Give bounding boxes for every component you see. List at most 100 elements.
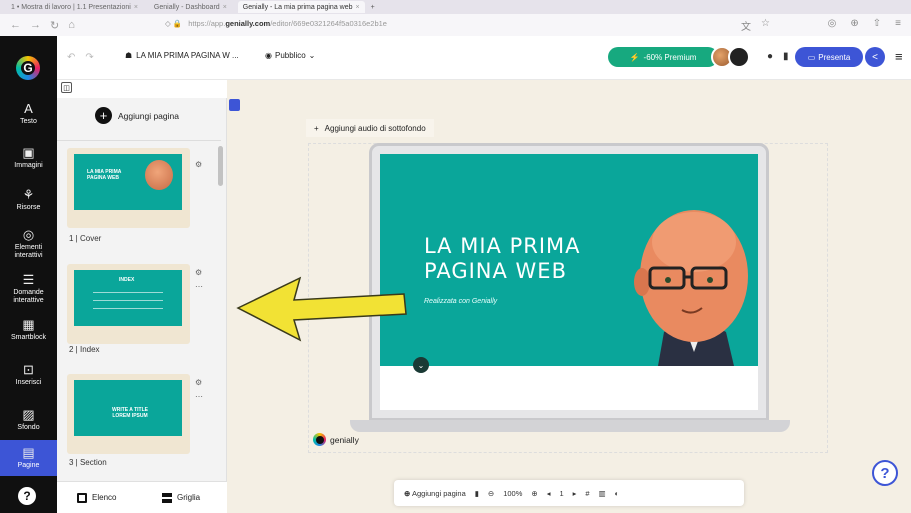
share-page-icon[interactable]: ⇧: [873, 18, 881, 29]
browser-tab-1[interactable]: 1 • Mostra di lavoro | 1.1 Presentazioni…: [6, 1, 143, 13]
grid-view-button[interactable]: Griglia: [142, 492, 227, 503]
rail-item-interactive-elements[interactable]: ◎ Elementi interattivi: [0, 228, 57, 260]
interactive-icon: ◎: [22, 227, 35, 242]
url-domain: genially.com: [225, 19, 271, 28]
grid-view-label: Griglia: [177, 493, 201, 502]
tool-rail: G A Testo ▣ Immagini ⚘ Risorse ◎ Elementi in…: [0, 36, 57, 513]
menu-icon[interactable]: ≡: [895, 49, 903, 64]
list-icon: [77, 492, 87, 503]
tab-label: Genially - Dashboard: [153, 3, 220, 11]
pages-scrollbar[interactable]: [217, 138, 224, 468]
browser-tab-3[interactable]: Genially - La mia prima pagina web ×: [237, 1, 365, 13]
pages-panel: + Aggiungi pagina LA MIA PRIMA PAGINA WEB…: [57, 98, 227, 513]
page-settings-icon[interactable]: ⚙: [195, 268, 202, 277]
close-icon[interactable]: ×: [356, 4, 360, 11]
reload-icon[interactable]: ↻: [50, 19, 59, 32]
panel-toggle-icon[interactable]: [229, 99, 240, 111]
genially-logo[interactable]: G: [16, 56, 40, 80]
page-settings-icon[interactable]: ⚙: [195, 378, 202, 387]
bookmark-star-icon[interactable]: ☆: [761, 18, 770, 33]
slide-title[interactable]: LA MIA PRIMA PAGINA WEB: [424, 234, 581, 284]
page-thumb-section[interactable]: WRITE A TITLE LOREM IPSUM: [67, 374, 190, 454]
trash-icon[interactable]: ▮: [475, 489, 479, 498]
rail-item-resources[interactable]: ⚘ Risorse: [0, 188, 57, 212]
rail-item-text[interactable]: A Testo: [0, 102, 57, 126]
page-settings-icon[interactable]: ⚙: [195, 160, 202, 169]
new-tab-icon[interactable]: +: [371, 4, 375, 11]
character-eye: [665, 277, 671, 283]
stats-icon[interactable]: ▮: [783, 51, 789, 62]
grid-guides-icon[interactable]: #: [585, 489, 589, 498]
rail-item-insert[interactable]: ⊡ Inserisci: [0, 363, 57, 387]
add-page-bottom-button[interactable]: ⊕ Aggiungi pagina: [404, 489, 466, 498]
back-icon[interactable]: ←: [10, 19, 21, 32]
laptop-base: [350, 420, 790, 432]
preview-icon[interactable]: ●: [767, 51, 773, 62]
help-icon[interactable]: ?: [18, 487, 36, 505]
page-thumb-cover[interactable]: LA MIA PRIMA PAGINA WEB: [67, 148, 190, 228]
character-illustration[interactable]: [630, 182, 758, 366]
rail-item-smartblock[interactable]: ▦ Smartblock: [0, 318, 57, 342]
browser-tab-2[interactable]: Genially - Dashboard ×: [149, 1, 232, 13]
prev-page-icon[interactable]: ◂: [547, 489, 551, 498]
watermark-text: genially: [330, 434, 359, 445]
character-forehead: [652, 212, 736, 272]
home-icon[interactable]: ⌂: [68, 19, 75, 32]
zoom-out-icon[interactable]: ⊖: [488, 489, 494, 498]
resources-icon: ⚘: [22, 187, 35, 202]
rail-item-pages[interactable]: ▤ Pagine: [0, 440, 57, 476]
pocket-icon[interactable]: ◎: [828, 18, 837, 29]
more-options-icon[interactable]: ⋯: [195, 282, 203, 291]
extensions-icon[interactable]: ⊕: [850, 18, 858, 29]
add-page-button[interactable]: + Aggiungi pagina: [95, 107, 179, 124]
project-title[interactable]: ☗ LA MIA PRIMA PAGINA W ...: [125, 51, 239, 60]
rail-item-background[interactable]: ▨ Sfondo: [0, 408, 57, 432]
page-thumb-index[interactable]: INDEX: [67, 264, 190, 344]
browser-menu-icon[interactable]: ≡: [895, 18, 901, 29]
rail-item-interactive-questions[interactable]: ☰ Domande interattive: [0, 273, 57, 305]
image-icon: ▣: [22, 145, 35, 160]
collaborator-avatars[interactable]: [711, 46, 750, 68]
rail-label: Testo: [20, 118, 37, 125]
genially-logo-icon: [313, 433, 326, 446]
undo-icon[interactable]: ↶: [67, 52, 75, 63]
zoom-in-icon[interactable]: ⊕: [531, 489, 537, 498]
chevron-down-icon[interactable]: ⌄: [413, 357, 429, 373]
collapse-panel-icon[interactable]: ◫: [61, 82, 72, 93]
rail-label: Risorse: [16, 204, 41, 211]
next-page-icon[interactable]: ▸: [573, 489, 577, 498]
text-icon: A: [24, 101, 33, 116]
redo-icon[interactable]: ↷: [85, 52, 93, 63]
list-view-button[interactable]: Elenco: [57, 492, 142, 503]
project-icon: ☗: [125, 51, 133, 60]
add-audio-button[interactable]: + Aggiungi audio di sottofondo: [306, 119, 434, 137]
thumb-title: LA MIA PRIMA PAGINA WEB: [87, 169, 122, 181]
forward-icon[interactable]: →: [30, 19, 41, 32]
translate-icon[interactable]: 文: [741, 18, 751, 33]
present-button[interactable]: ▭ Presenta: [795, 47, 863, 67]
url-field[interactable]: ◇ 🔒 https://app.genially.com/editor/669e0…: [165, 19, 387, 28]
visibility-dropdown[interactable]: ◉ Pubblico ⌄: [265, 51, 315, 60]
help-chat-button[interactable]: ?: [872, 460, 898, 486]
scroll-thumb[interactable]: [218, 146, 223, 186]
page-number: 1: [559, 488, 564, 498]
project-title-text: LA MIA PRIMA PAGINA W ...: [136, 51, 239, 60]
character-head: [145, 160, 173, 190]
grid-icon: [162, 492, 172, 503]
chevron-down-icon: ⌄: [308, 51, 316, 60]
rail-item-images[interactable]: ▣ Immagini: [0, 146, 57, 170]
premium-button[interactable]: ⚡ -60% Premium: [608, 47, 718, 67]
palette-icon[interactable]: ◐: [615, 489, 620, 498]
columns-icon[interactable]: ▥: [599, 489, 606, 498]
close-icon[interactable]: ×: [134, 4, 138, 11]
plus-icon: +: [95, 107, 112, 124]
slide-title-line: LA MIA PRIMA: [424, 234, 581, 258]
page-label: 3 | Section: [69, 458, 107, 467]
more-options-icon[interactable]: ⋯: [195, 392, 203, 401]
share-button[interactable]: <: [865, 47, 885, 67]
canvas-bottom-bar: ⊕ Aggiungi pagina ▮ ⊖ 100% ⊕ ◂ 1 ▸ # ▥ ◐: [394, 480, 744, 506]
slide-subtitle[interactable]: Realizzata con Genially: [424, 298, 497, 305]
close-icon[interactable]: ×: [223, 4, 227, 11]
slide-cover[interactable]: LA MIA PRIMA PAGINA WEB Realizzata con Ge…: [380, 154, 758, 366]
laptop-mockup: LA MIA PRIMA PAGINA WEB Realizzata con Ge…: [369, 143, 769, 421]
